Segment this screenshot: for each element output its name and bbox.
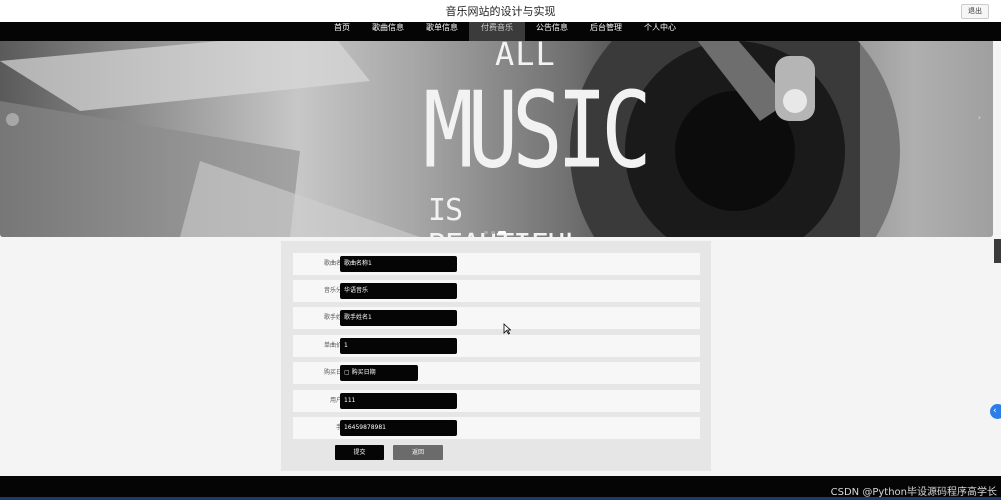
mouse-cursor-icon <box>503 323 511 335</box>
form-row-username: 用户名 111 <box>293 390 700 412</box>
form-row-singer-name: 歌手姓名 歌手姓名1 <box>293 307 700 329</box>
carousel-dot-2[interactable] <box>491 231 495 234</box>
banner-carousel[interactable]: ALL MUSIC IS BEAUTIFUL. › <box>0 41 993 237</box>
chevron-left-icon[interactable]: ‹ <box>990 404 1001 419</box>
form-row-music-category: 音乐分类 华语音乐 <box>293 280 700 302</box>
carousel-dot-1[interactable] <box>484 231 488 234</box>
banner-text-line-3: IS BEAUTIFUL. <box>428 193 600 237</box>
nav-item-playlists[interactable]: 歌单信息 <box>415 22 469 41</box>
site-title: 音乐网站的设计与实现 <box>445 5 556 18</box>
back-button[interactable]: 返回 <box>393 445 443 460</box>
banner-text-line-2: MUSIC <box>423 69 652 192</box>
carousel-next-button[interactable]: › <box>978 113 981 122</box>
main-nav: 首页 歌曲信息 歌单信息 付费音乐 公告信息 后台管理 个人中心 <box>0 22 1001 41</box>
song-name-input[interactable]: 歌曲名称1 <box>340 256 457 272</box>
nav-item-admin[interactable]: 后台管理 <box>579 22 633 41</box>
username-input[interactable]: 111 <box>340 393 457 409</box>
purchase-form: 歌曲名称 歌曲名称1 音乐分类 华语音乐 歌手姓名 歌手姓名1 单曲价格 1 购… <box>281 241 711 471</box>
nav-item-paid-music[interactable]: 付费音乐 <box>469 22 525 41</box>
nav-item-home[interactable]: 首页 <box>323 22 361 41</box>
carousel-prev-button[interactable] <box>6 113 19 126</box>
singer-name-input[interactable]: 歌手姓名1 <box>340 310 457 326</box>
form-row-song-name: 歌曲名称 歌曲名称1 <box>293 253 700 275</box>
nav-item-profile[interactable]: 个人中心 <box>633 22 687 41</box>
logout-button[interactable]: 退出 <box>961 4 989 19</box>
calendar-icon: ▢ <box>344 369 352 376</box>
purchase-date-picker[interactable]: ▢ 购买日期 <box>340 365 418 381</box>
top-bar: 音乐网站的设计与实现 退出 <box>0 0 1001 23</box>
form-row-phone: 手机 16459878981 <box>293 417 700 439</box>
phone-input[interactable]: 16459878981 <box>340 420 457 436</box>
purchase-date-placeholder: 购买日期 <box>351 369 376 376</box>
carousel-dot-3[interactable] <box>498 231 506 234</box>
form-row-price: 单曲价格 1 <box>293 335 700 357</box>
watermark: CSDN @Python毕设源码程序高学长 <box>830 487 997 498</box>
form-row-purchase-date: 购买日期 ▢ 购买日期 <box>293 362 700 384</box>
music-category-input[interactable]: 华语音乐 <box>340 283 457 299</box>
carousel-indicators <box>484 231 506 234</box>
price-input[interactable]: 1 <box>340 338 457 354</box>
submit-button[interactable]: 提交 <box>335 445 384 460</box>
side-panel-tab[interactable] <box>994 239 1001 263</box>
nav-item-announcements[interactable]: 公告信息 <box>525 22 579 41</box>
nav-item-songs[interactable]: 歌曲信息 <box>361 22 415 41</box>
